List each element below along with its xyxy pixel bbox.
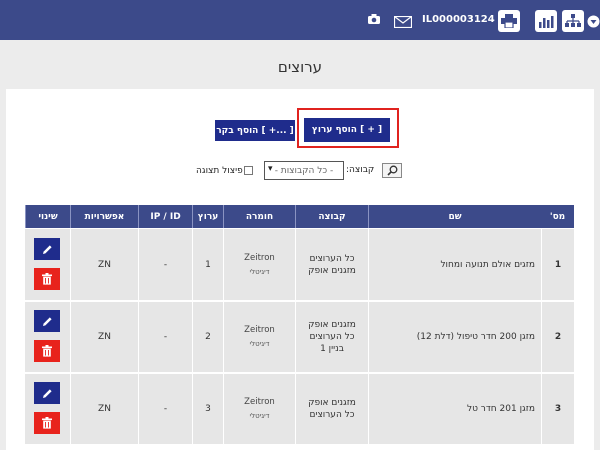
pencil-icon bbox=[42, 244, 52, 254]
cell-channel: 3 bbox=[192, 374, 223, 444]
cell-number: 2 bbox=[541, 302, 574, 372]
cell-group: כל הערוצים מזגנים אופק bbox=[295, 229, 368, 300]
col-header-hardware[interactable]: חומרה bbox=[223, 205, 295, 228]
camera-icon[interactable] bbox=[367, 11, 381, 30]
cell-name: מזגן 201 חדר טל bbox=[368, 374, 541, 444]
cell-hardware: Zeitron דיגיטלי bbox=[223, 229, 295, 300]
top-bar: IL000003124 bbox=[0, 0, 600, 40]
group-label: קבוצה: bbox=[346, 165, 375, 175]
table-header: מס' שם קבוצה חומרה ערוץ IP / ID אפשרויות… bbox=[25, 205, 574, 228]
trash-icon bbox=[42, 417, 52, 429]
delete-button[interactable] bbox=[34, 340, 60, 362]
cell-ip: - bbox=[138, 229, 192, 300]
cell-name: מזגים אולם תנועה ומחול bbox=[368, 229, 541, 300]
cell-number: 3 bbox=[541, 374, 574, 444]
cell-hardware: Zeitron דיגיטלי bbox=[223, 374, 295, 444]
cell-number: 1 bbox=[541, 229, 574, 300]
table-row: 3 מזגן 201 חדר טל מזגנים אופק כל הערוצים … bbox=[25, 374, 574, 446]
group-select[interactable]: - כל הקבוצות - ▾ bbox=[264, 161, 344, 180]
col-header-name[interactable]: שם bbox=[368, 205, 541, 228]
col-header-group[interactable]: קבוצה bbox=[295, 205, 368, 228]
page-title: ערוצים bbox=[277, 58, 323, 76]
cell-options: ZN bbox=[70, 229, 138, 300]
sitemap-icon[interactable] bbox=[562, 10, 584, 32]
split-view-checkbox[interactable] bbox=[244, 166, 253, 175]
edit-button[interactable] bbox=[34, 310, 60, 332]
search-button[interactable] bbox=[382, 163, 402, 178]
cell-ip: - bbox=[138, 302, 192, 372]
pencil-icon bbox=[42, 388, 52, 398]
delete-button[interactable] bbox=[34, 268, 60, 290]
table-row: 2 מזגן 200 חדר טיפול (דלת 12) מזגנים אופ… bbox=[25, 302, 574, 374]
cell-name: מזגן 200 חדר טיפול (דלת 12) bbox=[368, 302, 541, 372]
add-controller-button[interactable]: [ ...+ ] הוסף בקר bbox=[215, 120, 295, 141]
search-icon bbox=[386, 165, 397, 176]
trash-icon bbox=[42, 345, 52, 357]
table-row: 1 מזגים אולם תנועה ומחול כל הערוצים מזגני… bbox=[25, 229, 574, 302]
account-id: IL000003124 bbox=[422, 14, 495, 25]
cell-group: מזגנים אופק כל הערוצים בניין 1 bbox=[295, 302, 368, 372]
col-header-edit[interactable]: שינוי bbox=[25, 205, 70, 228]
bar-chart-icon[interactable] bbox=[535, 10, 557, 32]
group-select-value: - כל הקבוצות - bbox=[274, 165, 334, 176]
delete-button[interactable] bbox=[34, 412, 60, 434]
edit-button[interactable] bbox=[34, 382, 60, 404]
cell-channel: 2 bbox=[192, 302, 223, 372]
highlight-box bbox=[297, 108, 399, 148]
col-header-options[interactable]: אפשרויות bbox=[70, 205, 138, 228]
cell-ip: - bbox=[138, 374, 192, 444]
edit-button[interactable] bbox=[34, 238, 60, 260]
trash-icon bbox=[42, 273, 52, 285]
cell-group: מזגנים אופק כל הערוצים bbox=[295, 374, 368, 444]
cell-options: ZN bbox=[70, 302, 138, 372]
cell-channel: 1 bbox=[192, 229, 223, 300]
pencil-icon bbox=[42, 316, 52, 326]
printer-icon[interactable] bbox=[498, 10, 520, 32]
dropdown-icon[interactable] bbox=[587, 13, 600, 32]
mail-icon[interactable] bbox=[393, 13, 413, 32]
split-view-label: פיצול תצוגה bbox=[196, 166, 243, 176]
chevron-down-icon: ▾ bbox=[268, 164, 273, 174]
col-header-channel[interactable]: ערוץ bbox=[192, 205, 223, 228]
cell-hardware: Zeitron דיגיטלי bbox=[223, 302, 295, 372]
col-header-ip[interactable]: IP / ID bbox=[138, 205, 192, 228]
col-header-number[interactable]: מס' bbox=[541, 205, 574, 228]
cell-options: ZN bbox=[70, 374, 138, 444]
